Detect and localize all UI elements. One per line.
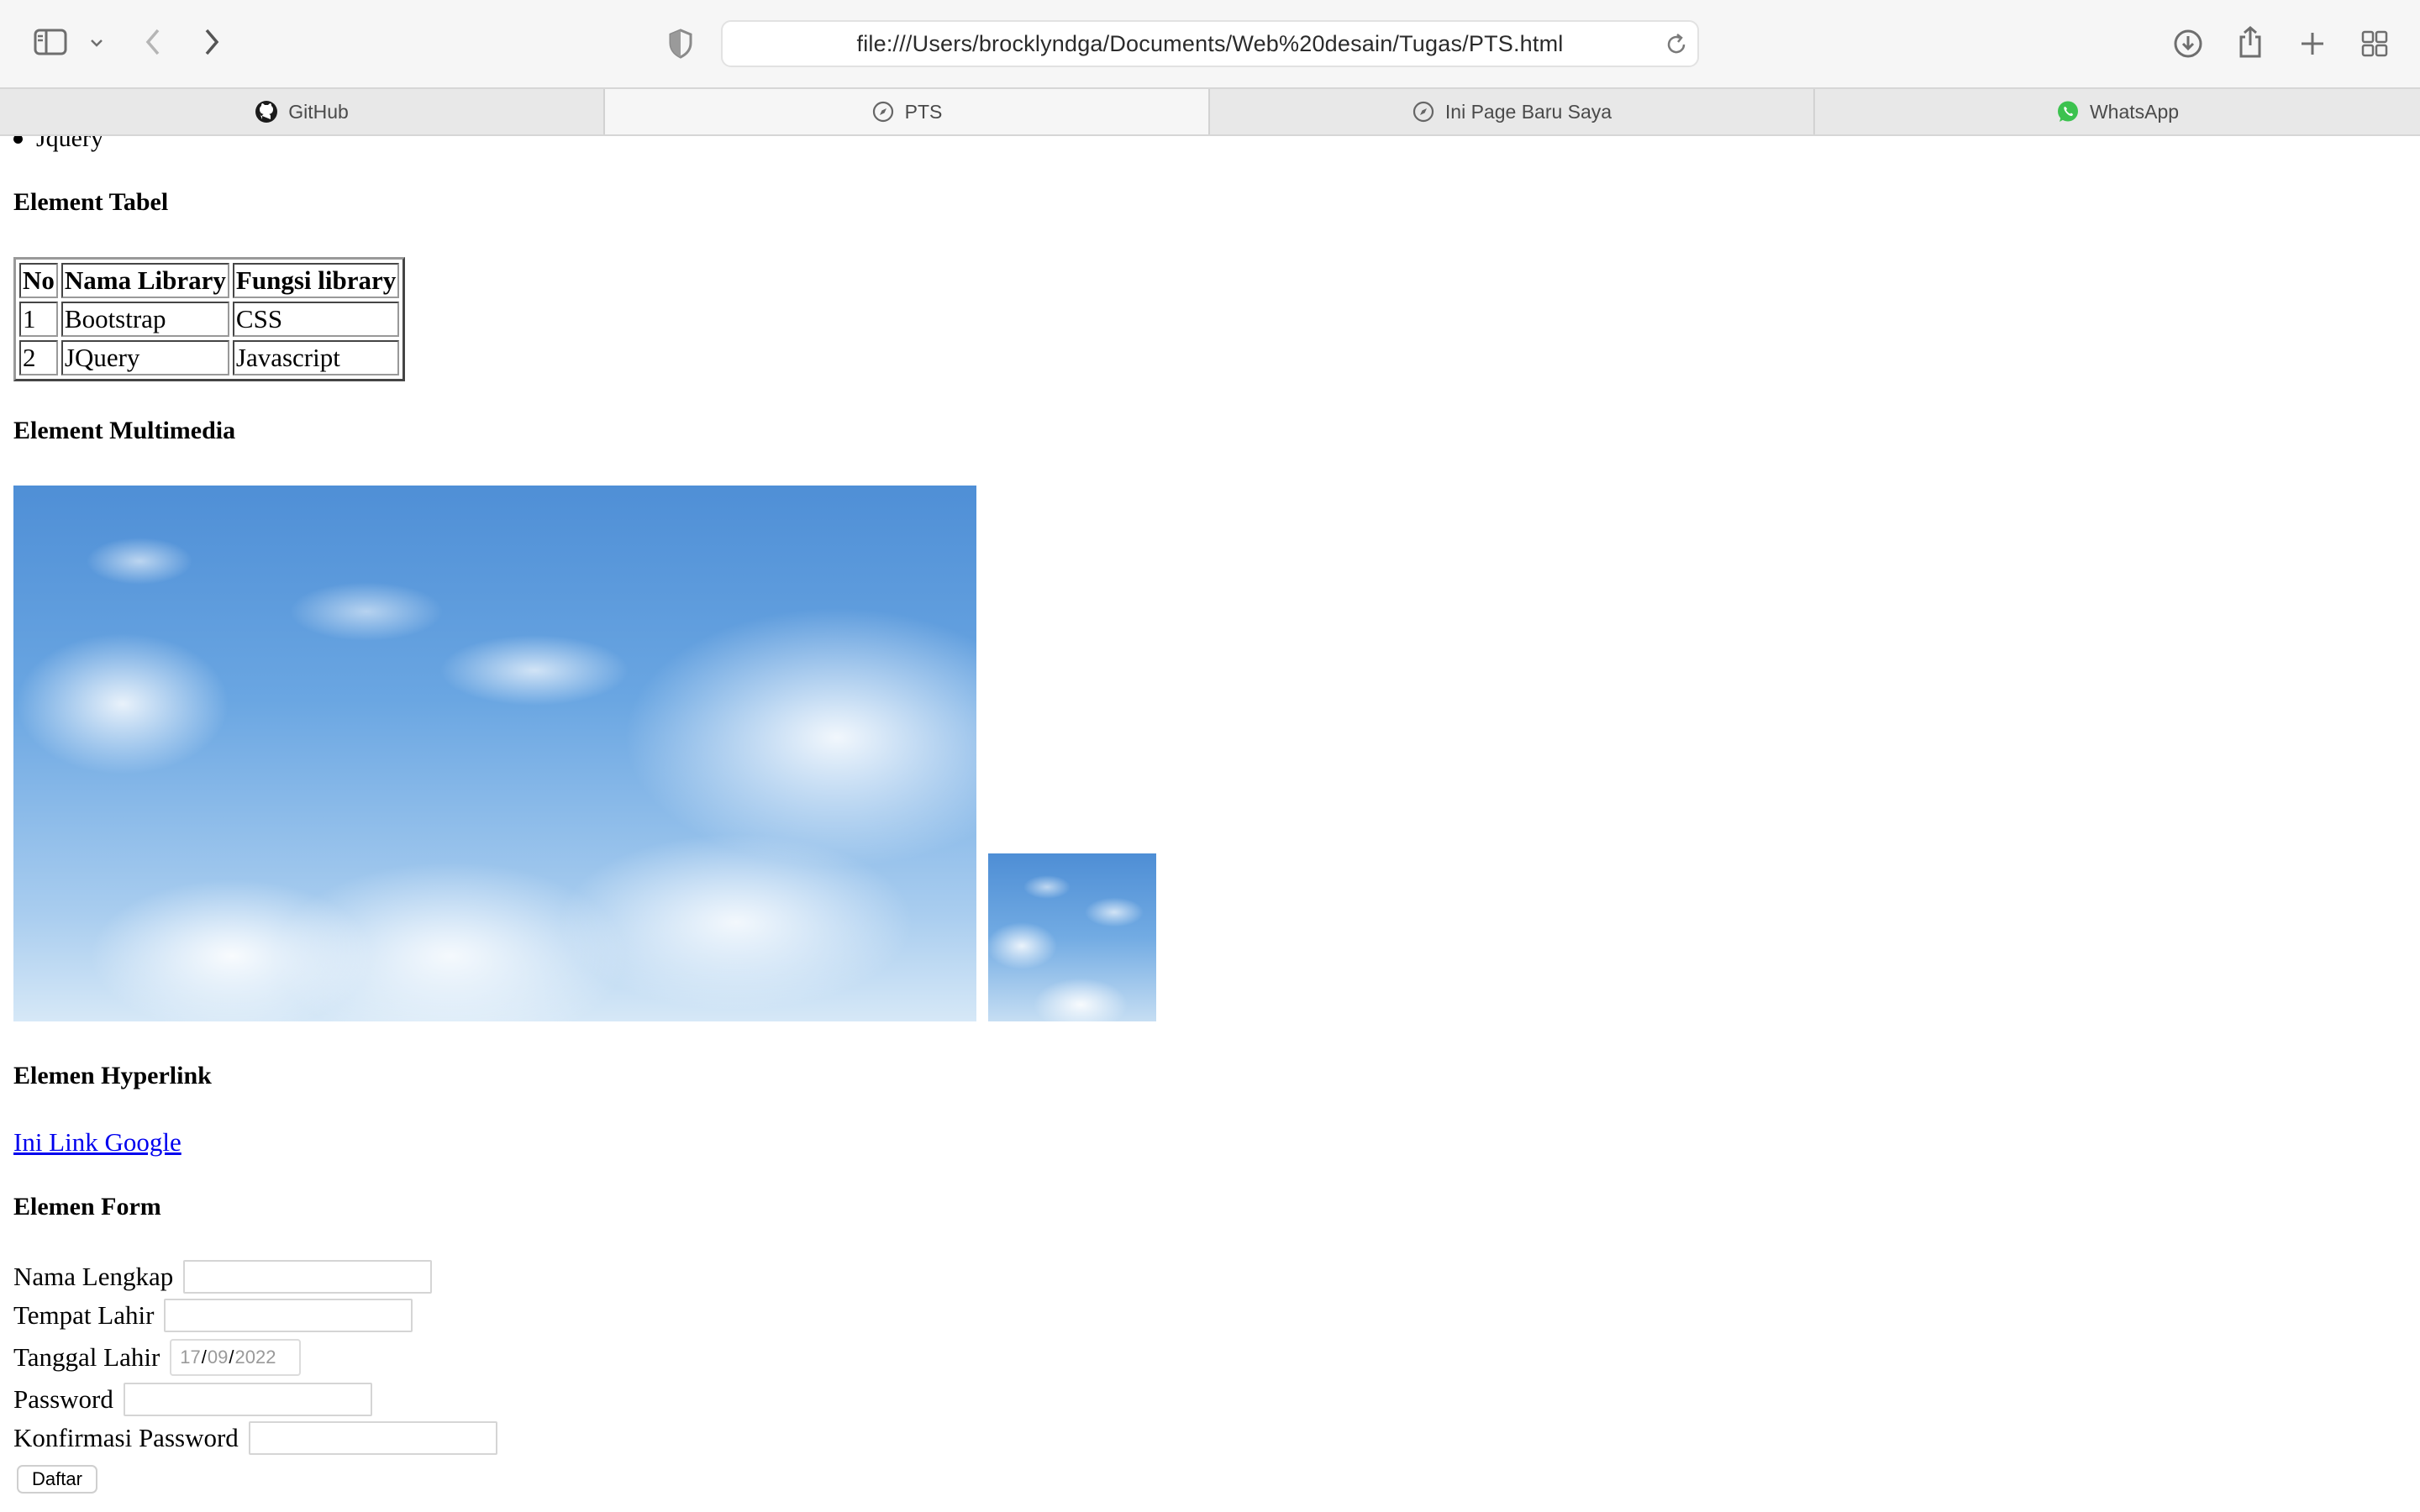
tab-pts[interactable]: PTS — [605, 89, 1210, 134]
sky-image-small — [988, 853, 1156, 1021]
tab-overview-icon[interactable] — [2356, 25, 2393, 62]
tempat-lahir-input[interactable] — [164, 1299, 413, 1332]
tab-label: PTS — [904, 100, 943, 123]
list-item: Jquery — [13, 136, 103, 153]
daftar-button[interactable]: Daftar — [17, 1465, 97, 1494]
download-icon[interactable] — [2170, 25, 2207, 62]
konfirmasi-password-input[interactable] — [248, 1421, 497, 1455]
reload-icon[interactable] — [1664, 32, 1689, 57]
date-month[interactable]: 09 — [208, 1347, 228, 1368]
compass-icon — [1412, 100, 1435, 123]
date-year[interactable]: 2022 — [235, 1347, 276, 1368]
table-row: 2 JQuery Javascript — [19, 340, 400, 375]
table-cell: Bootstrap — [60, 302, 229, 337]
table-row: 1 Bootstrap CSS — [19, 302, 400, 337]
table-cell: 1 — [19, 302, 58, 337]
password-input[interactable] — [123, 1383, 372, 1416]
whatsapp-icon — [2056, 100, 2080, 123]
nama-lengkap-label: Nama Lengkap — [13, 1262, 174, 1291]
github-icon — [255, 100, 278, 123]
tab-whatsapp[interactable]: WhatsApp — [1815, 89, 2420, 134]
nama-lengkap-input[interactable] — [183, 1260, 433, 1294]
tab-bar: GitHub PTS Ini Page Baru Saya WhatsApp — [0, 87, 2420, 136]
tab-label: GitHub — [288, 100, 349, 123]
chevron-down-icon[interactable] — [84, 30, 109, 55]
tab-github[interactable]: GitHub — [0, 89, 605, 134]
form-row-nama: Nama Lengkap — [13, 1260, 433, 1294]
form-row-password: Password — [13, 1383, 372, 1416]
browser-toolbar: file:///Users/brocklyndga/Documents/Web%… — [0, 0, 2420, 87]
tab-label: WhatsApp — [2089, 100, 2180, 123]
password-label: Password — [13, 1384, 113, 1414]
sidebar-toggle-icon[interactable] — [30, 25, 71, 59]
table-cell: CSS — [232, 302, 400, 337]
table-heading: Element Tabel — [13, 188, 169, 216]
column-header: No — [19, 263, 58, 298]
table-cell: Javascript — [232, 340, 400, 375]
form-heading: Elemen Form — [13, 1193, 161, 1221]
tab-ini-page-baru-saya[interactable]: Ini Page Baru Saya — [1210, 89, 1815, 134]
multimedia-heading: Element Multimedia — [13, 417, 236, 444]
form-row-tempat: Tempat Lahir — [13, 1299, 413, 1332]
form-row-konfirmasi: Konfirmasi Password — [13, 1421, 497, 1455]
compass-icon — [871, 100, 895, 123]
google-link[interactable]: Ini Link Google — [13, 1127, 182, 1158]
table-cell: 2 — [19, 340, 58, 375]
library-table: No Nama Library Fungsi library 1 Bootstr… — [13, 257, 406, 381]
konfirmasi-password-label: Konfirmasi Password — [13, 1423, 239, 1452]
bullet-icon — [13, 136, 23, 144]
table-header-row: No Nama Library Fungsi library — [19, 263, 400, 298]
back-arrow-icon[interactable] — [138, 25, 168, 59]
column-header: Fungsi library — [232, 263, 400, 298]
share-icon[interactable] — [2232, 22, 2269, 62]
list-item-text: Jquery — [36, 136, 103, 152]
tanggal-lahir-date-input[interactable]: 17/09/2022 — [170, 1339, 302, 1376]
date-day[interactable]: 17 — [180, 1347, 200, 1368]
hyperlink-heading: Elemen Hyperlink — [13, 1062, 212, 1089]
tempat-lahir-label: Tempat Lahir — [13, 1300, 155, 1330]
privacy-shield-icon[interactable] — [664, 25, 697, 62]
sky-image-large — [13, 486, 976, 1021]
tab-label: Ini Page Baru Saya — [1444, 100, 1612, 123]
tanggal-lahir-label: Tanggal Lahir — [13, 1342, 160, 1372]
address-bar[interactable]: file:///Users/brocklyndga/Documents/Web%… — [721, 20, 1699, 67]
column-header: Nama Library — [60, 263, 229, 298]
page-content: Jquery Element Tabel No Nama Library Fun… — [0, 136, 2420, 1512]
new-tab-plus-icon[interactable] — [2294, 25, 2331, 62]
table-cell: JQuery — [60, 340, 229, 375]
forward-arrow-icon[interactable] — [197, 25, 227, 59]
form-row-tanggal: Tanggal Lahir 17/09/2022 — [13, 1339, 302, 1376]
url-text: file:///Users/brocklyndga/Documents/Web%… — [856, 30, 1564, 56]
